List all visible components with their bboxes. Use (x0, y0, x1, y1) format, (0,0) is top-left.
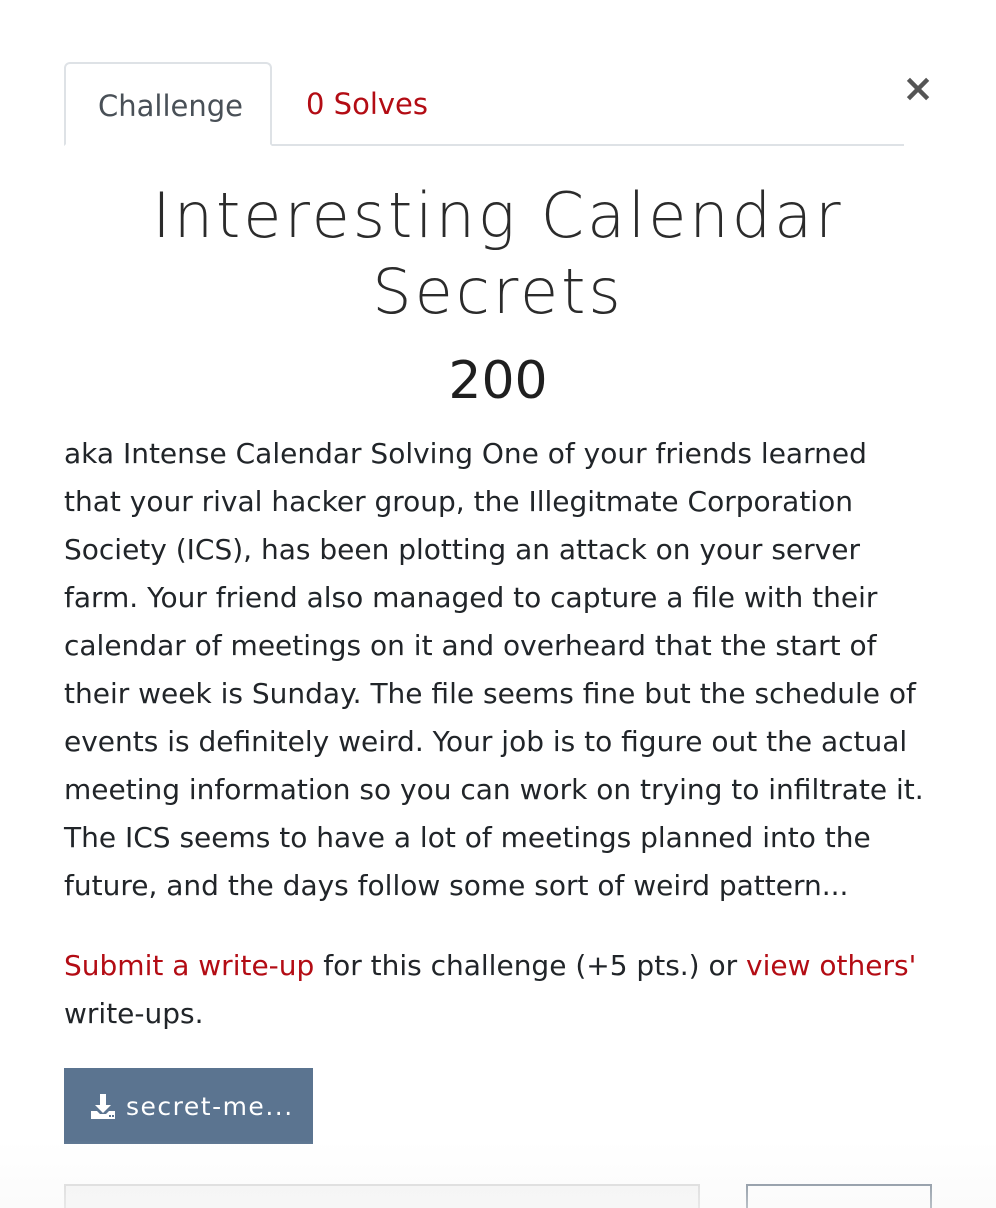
submit-button[interactable] (746, 1184, 932, 1208)
tab-solves[interactable]: 0 Solves (274, 62, 460, 146)
writeup-text: Submit a write-up for this challenge (+5… (64, 942, 932, 1038)
file-download-button[interactable]: secret-me... (64, 1068, 313, 1144)
file-name-label: secret-me... (126, 1091, 294, 1121)
challenge-value: 200 (448, 351, 548, 411)
modal-tabs: Challenge 0 Solves (64, 62, 904, 146)
close-icon[interactable]: × (900, 68, 936, 108)
view-writeups-link[interactable]: view others' (746, 949, 916, 982)
challenge-modal: Challenge 0 Solves × Interesting Calenda… (0, 0, 996, 1208)
writeup-end-text: write-ups. (64, 997, 204, 1030)
download-icon (91, 1094, 115, 1119)
flag-input[interactable] (64, 1184, 700, 1208)
challenge-description: aka Intense Calendar Solving One of your… (64, 437, 924, 902)
writeup-middle-text: for this challenge (+5 pts.) or (314, 949, 747, 982)
challenge-title: Interesting Calendar Secrets (152, 179, 844, 328)
tab-challenge[interactable]: Challenge (64, 62, 272, 146)
submit-writeup-link[interactable]: Submit a write-up (64, 949, 314, 982)
